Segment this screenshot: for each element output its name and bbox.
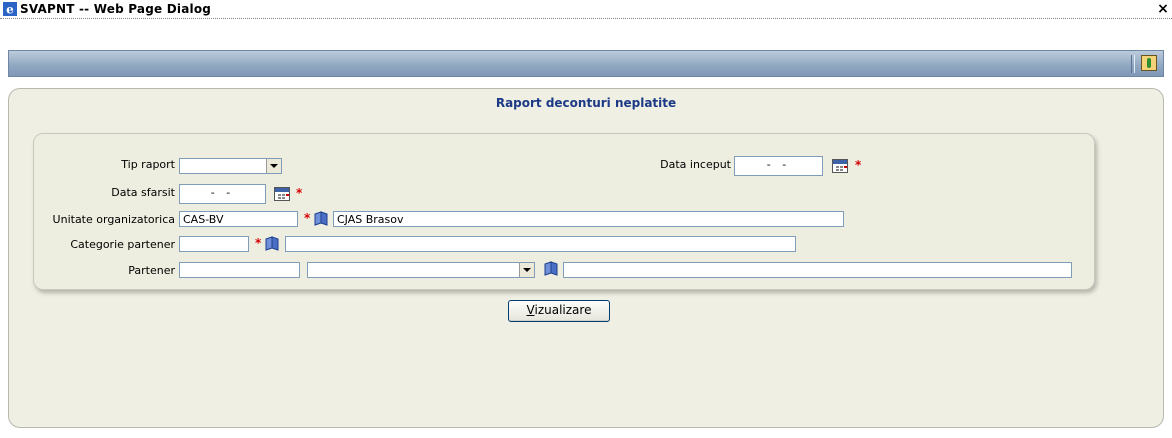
report-panel: Raport deconturi neplatite Tip raport Da… [8,88,1164,428]
categorie-name-input[interactable] [285,236,796,252]
lookup-book-icon[interactable] [264,235,280,251]
required-marker: * [304,211,311,225]
filter-box: Tip raport Data inceput - - * Data sfars… [33,133,1095,290]
toolbar-separator [1131,55,1135,73]
unitate-name-input[interactable]: CJAS Brasov [333,211,844,227]
chevron-down-icon[interactable] [519,263,534,277]
required-marker: * [296,186,303,200]
data-inceput-label: Data inceput [660,158,731,171]
data-sfarsit-label: Data sfarsit [111,186,175,199]
chevron-down-icon[interactable] [266,159,281,173]
close-icon[interactable]: × [1156,1,1170,17]
partener-code-input[interactable] [179,262,300,278]
partener-select[interactable] [307,262,535,278]
categorie-code-input[interactable] [179,236,249,252]
toolbar [8,50,1164,77]
data-inceput-input[interactable]: - - [734,156,823,176]
dialog-titlebar: e SVAPNT -- Web Page Dialog × [0,0,1172,19]
calendar-icon[interactable] [832,159,848,173]
internet-explorer-icon: e [3,2,17,16]
required-marker: * [855,158,862,172]
lookup-book-icon[interactable] [543,260,559,276]
vizualizare-button[interactable]: Vizualizare [508,300,610,322]
help-icon[interactable] [1141,55,1157,71]
partener-label: Partener [128,264,175,277]
titlebar-divider [0,18,1172,19]
data-sfarsit-input[interactable]: - - [179,184,266,204]
button-label: izualizare [534,303,592,317]
lookup-book-icon[interactable] [313,210,329,226]
page-title: Raport deconturi neplatite [495,96,677,110]
calendar-icon[interactable] [274,187,290,201]
unitate-code-input[interactable]: CAS-BV [179,211,298,227]
required-marker: * [255,236,262,250]
svg-text:e: e [6,3,14,17]
tip-raport-label: Tip raport [121,158,175,171]
dialog-title: SVAPNT -- Web Page Dialog [20,2,212,16]
categorie-label: Categorie partener [70,238,175,251]
partener-name-input[interactable] [563,262,1072,278]
unitate-label: Unitate organizatorica [52,213,175,226]
tip-raport-select[interactable] [179,158,282,174]
